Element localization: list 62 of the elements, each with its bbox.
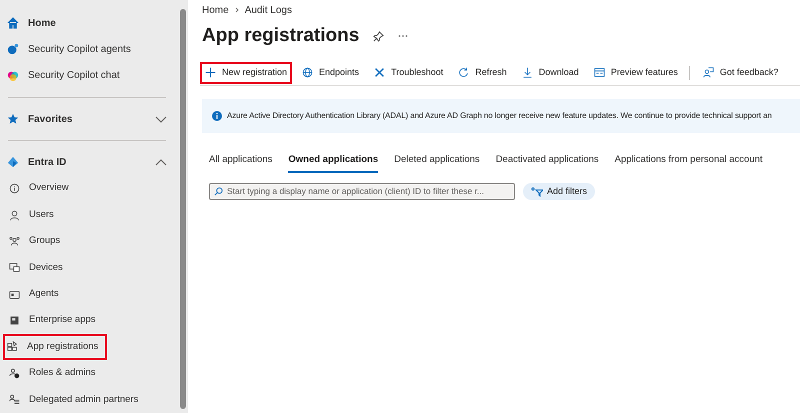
nav-item[interactable]: Groups (6, 228, 168, 255)
nav-item[interactable]: Devices (6, 254, 168, 281)
agent-icon (7, 43, 19, 56)
section-header[interactable]: Favorites (6, 106, 168, 132)
tab[interactable]: All applications (209, 152, 272, 173)
star-icon (7, 113, 19, 125)
toolbar-button[interactable]: Got feedback? (698, 62, 784, 84)
diamond-icon (7, 156, 19, 168)
preview-icon (594, 67, 605, 78)
nav-item[interactable]: Security Copilot chat (6, 62, 168, 89)
tab[interactable]: Deactivated applications (496, 152, 599, 173)
chevron-icon (155, 158, 167, 166)
scrollbar[interactable] (178, 0, 188, 413)
nav-item[interactable]: Enterprise apps (6, 307, 168, 334)
plus-icon (205, 67, 216, 78)
tab[interactable]: Applications from personal account (614, 152, 763, 173)
toolbar-button[interactable]: Endpoints (297, 62, 364, 84)
breadcrumb-link[interactable]: Home (202, 2, 229, 18)
info-icon (9, 183, 20, 194)
group-icon (9, 236, 20, 247)
add-filters-button[interactable]: Add filters (523, 183, 596, 200)
section-header[interactable]: Entra ID (6, 149, 168, 176)
toolbar-button[interactable]: Download (516, 62, 584, 84)
nav-item[interactable]: App registrations (3, 334, 107, 360)
app-icon (9, 315, 20, 326)
page-title: App registrations (202, 24, 360, 48)
download-icon (522, 67, 533, 78)
devices-icon (9, 262, 20, 274)
toolbar-button[interactable]: Troubleshoot (369, 62, 448, 84)
card-icon (9, 288, 20, 300)
nav-item[interactable]: Home (6, 10, 168, 36)
toolbar-button[interactable]: Preview features (588, 62, 683, 84)
tab[interactable]: Owned applications (288, 152, 378, 173)
roles-icon (9, 368, 20, 379)
partners-icon (9, 394, 20, 406)
filter-icon (531, 186, 543, 196)
nav-item[interactable]: Users (6, 202, 168, 228)
chevron-icon (234, 7, 239, 13)
chevron-icon (155, 116, 167, 122)
refresh-icon (458, 67, 470, 78)
grid-icon (7, 341, 18, 352)
user-icon (9, 210, 20, 220)
tools-icon (374, 67, 386, 78)
more-icon[interactable] (398, 34, 408, 38)
nav-item[interactable]: Security Copilot agents (6, 36, 168, 63)
globe-icon (302, 67, 314, 78)
search-field[interactable]: Start typing a display name or application (client) ID to filter these r... (209, 183, 515, 200)
nav-item[interactable]: Overview (6, 175, 168, 202)
feedback-icon (702, 67, 714, 78)
info-icon (212, 111, 222, 121)
tab[interactable]: Deleted applications (394, 152, 480, 173)
nav-item[interactable]: Roles & admins (6, 360, 168, 387)
pin-icon[interactable] (373, 30, 384, 42)
search-icon (214, 187, 223, 196)
nav-item[interactable]: Delegated admin partners (6, 386, 168, 413)
nav-item[interactable]: Agents (6, 280, 168, 308)
banner-text: Azure Active Directory Authentication Library (ADAL) and Azure AD Graph no longer receive new feature updates. We continue to provide technical support an (227, 110, 772, 122)
home-icon (7, 17, 19, 30)
chat-icon (7, 70, 19, 82)
breadcrumb-link[interactable]: Audit Logs (244, 2, 292, 18)
toolbar-button[interactable]: New registration (200, 62, 292, 84)
toolbar-button[interactable]: Refresh (453, 62, 512, 84)
